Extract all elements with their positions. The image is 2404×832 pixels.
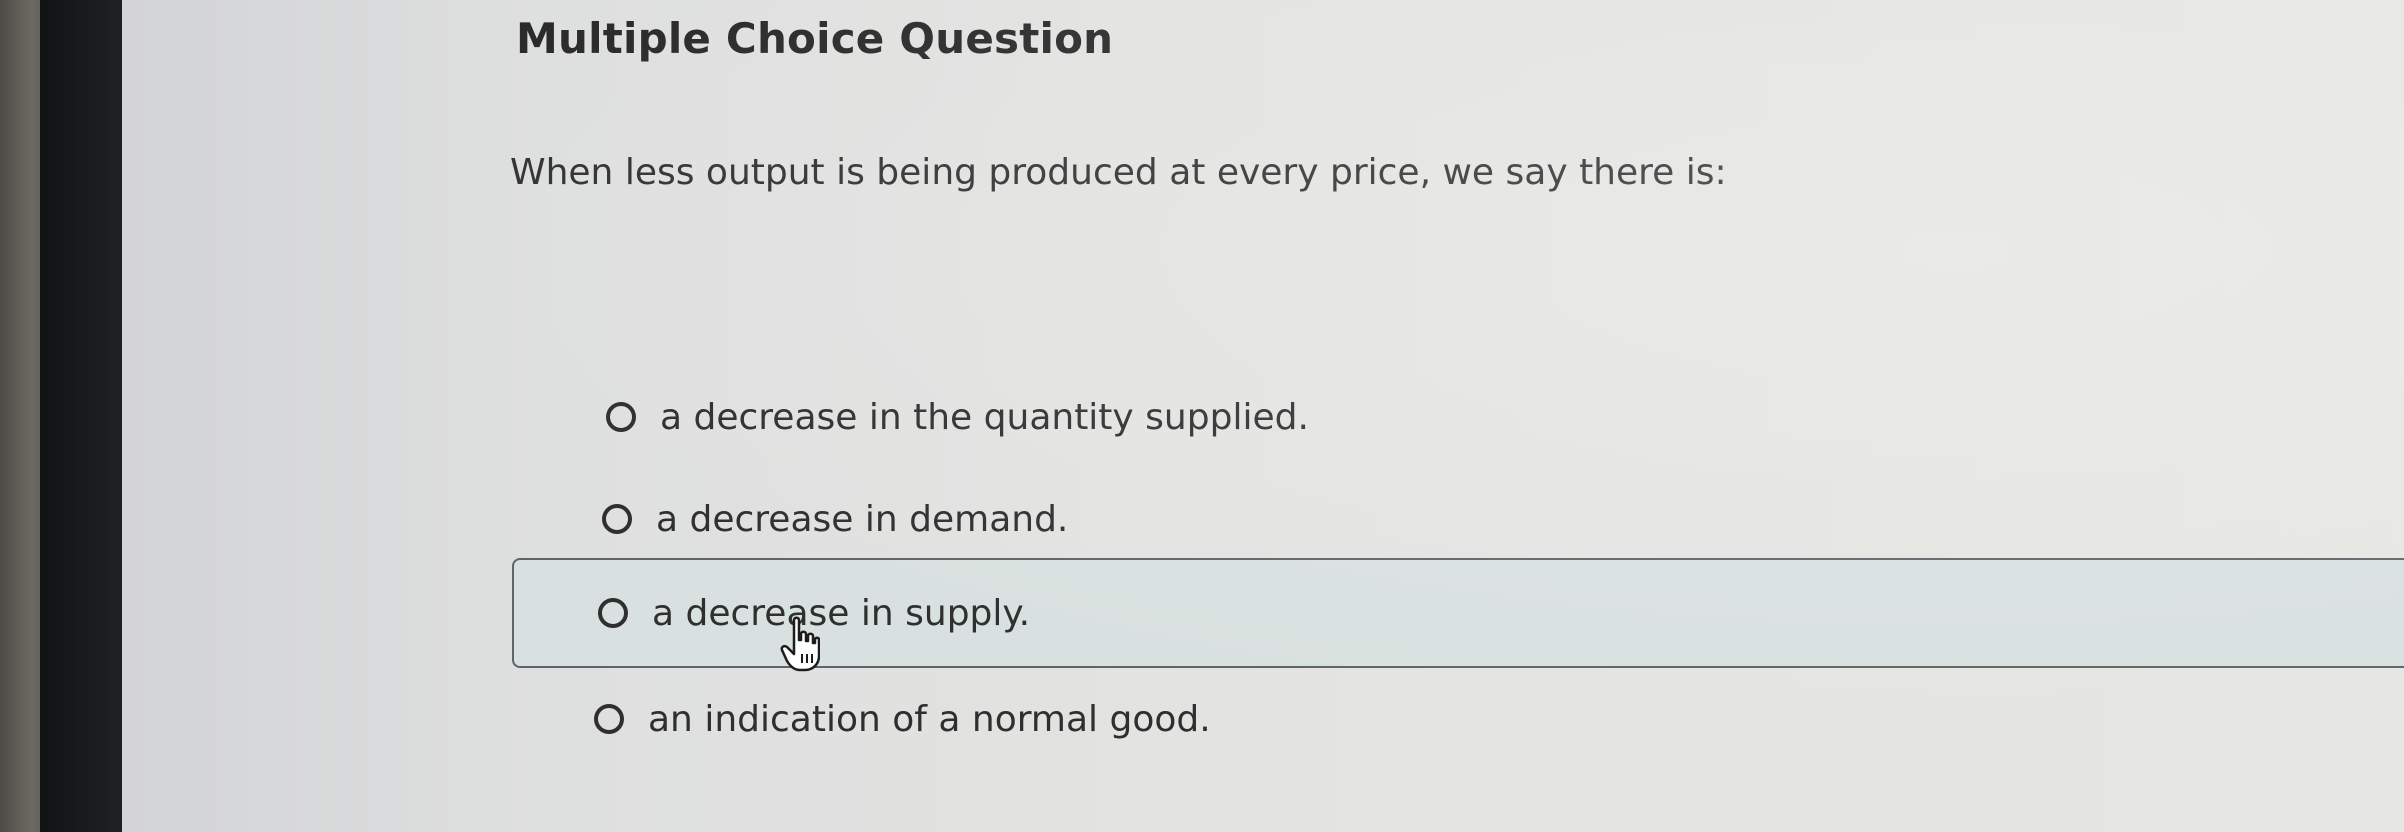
radio-button-icon[interactable] — [594, 704, 624, 734]
answer-option-label: a decrease in the quantity supplied. — [660, 396, 1309, 438]
question-text: When less output is being produced at ev… — [510, 152, 1727, 193]
radio-button-icon[interactable] — [602, 504, 632, 534]
radio-button-icon[interactable] — [606, 402, 636, 432]
answer-option-label: a decrease in supply. — [652, 592, 1031, 634]
hand-pointer-icon — [780, 616, 820, 672]
answer-option-label: a decrease in demand. — [656, 498, 1069, 540]
answer-option-1[interactable]: a decrease in the quantity supplied. — [606, 362, 1606, 472]
answer-option-label: an indication of a normal good. — [648, 698, 1211, 740]
question-type-heading: Multiple Choice Question — [516, 14, 1114, 63]
radio-button-icon[interactable] — [598, 598, 628, 628]
answer-option-4[interactable]: an indication of a normal good. — [594, 664, 1594, 774]
quiz-screen: Multiple Choice Question When less outpu… — [122, 0, 2404, 832]
